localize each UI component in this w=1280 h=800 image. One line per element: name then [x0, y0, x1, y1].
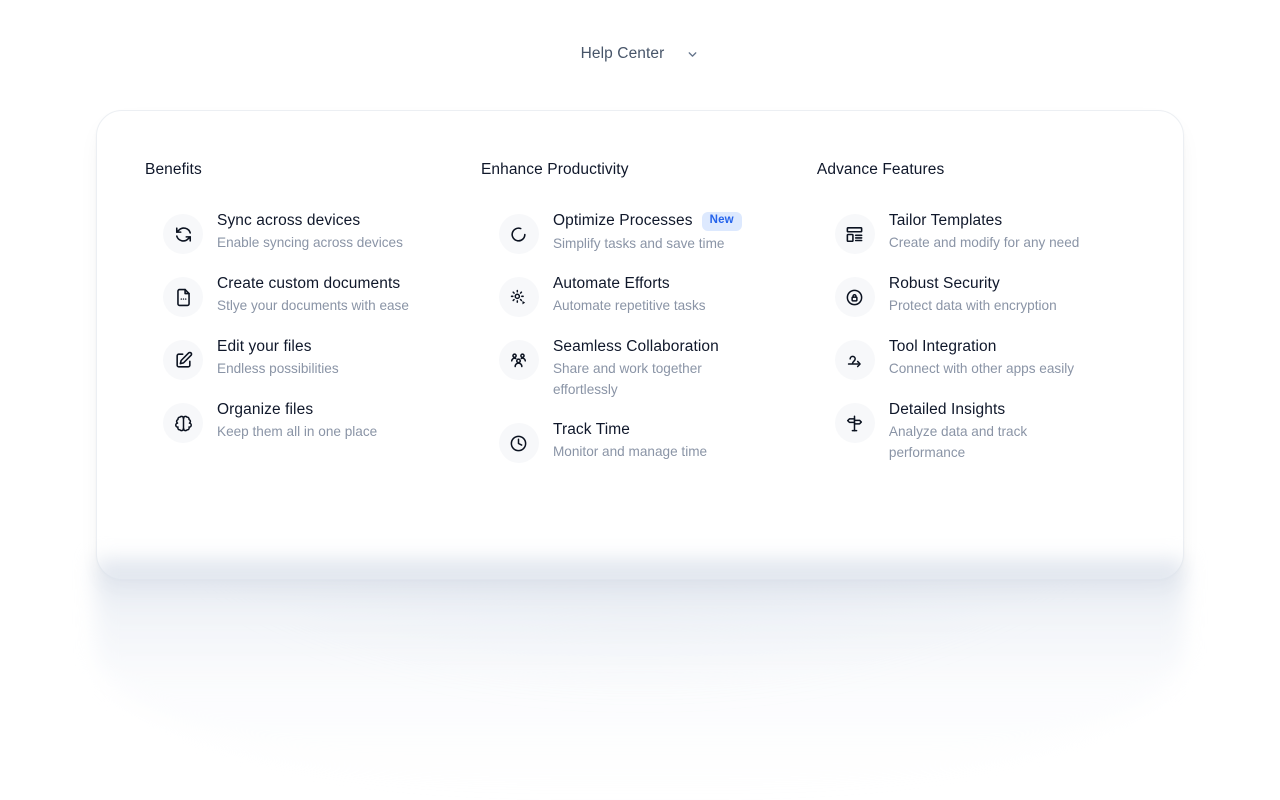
feature-columns: Benefits Sync across devices Enable sync…	[145, 161, 1143, 473]
menu-item-title-row: Tool Integration	[889, 338, 1074, 356]
column-title: Advance Features	[816, 161, 945, 178]
menu-item-title: Sync across devices	[217, 212, 361, 229]
menu-item-tailor-templates[interactable]: Tailor Templates Create and modify for a…	[817, 201, 1143, 264]
menu-item-title-row: Robust Security	[889, 275, 1057, 293]
menu-item-body: Robust Security Protect data with encryp…	[889, 274, 1057, 316]
menu-item-robust-security[interactable]: Robust Security Protect data with encryp…	[817, 264, 1143, 327]
menu-item-description: Stlye your documents with ease	[217, 298, 409, 313]
menu-item-body: Detailed Insights Analyze data and track…	[889, 400, 1099, 463]
menu-item-description: Protect data with encryption	[888, 298, 1057, 313]
menu-item-description: Endless possibilities	[217, 361, 339, 376]
menu-item-create-custom-documents[interactable]: Create custom documents Stlye your docum…	[145, 264, 481, 327]
menu-item-title-row: Optimize Processes New	[553, 212, 742, 231]
menu-item-description: Enable syncing across devices	[217, 235, 403, 250]
menu-item-track-time[interactable]: Track Time Monitor and manage time	[481, 410, 817, 473]
column-item-list: Tailor Templates Create and modify for a…	[817, 201, 1143, 473]
menu-item-body: Seamless Collaboration Share and work to…	[553, 337, 743, 400]
menu-item-optimize-processes[interactable]: Optimize Processes New Simplify tasks an…	[481, 201, 817, 264]
menu-item-detailed-insights[interactable]: Detailed Insights Analyze data and track…	[817, 390, 1143, 473]
edit-pencil-icon	[163, 340, 203, 380]
help-center-menu-trigger[interactable]: Help Center	[577, 39, 704, 69]
menu-item-organize-files[interactable]: Organize files Keep them all in one plac…	[145, 390, 481, 453]
menu-item-title-row: Track Time	[553, 421, 707, 439]
menu-item-title: Edit your files	[217, 338, 312, 355]
menu-item-description: Keep them all in one place	[217, 424, 378, 439]
menu-item-sync-across-devices[interactable]: Sync across devices Enable syncing acros…	[145, 201, 481, 264]
column-enhance-productivity: Enhance Productivity Optimize Processes	[481, 161, 817, 473]
column-title: Enhance Productivity	[480, 161, 629, 178]
menu-item-body: Optimize Processes New Simplify tasks an…	[553, 211, 742, 254]
column-item-list: Optimize Processes New Simplify tasks an…	[481, 201, 817, 473]
menu-item-body: Tool Integration Connect with other apps…	[889, 337, 1074, 379]
menu-item-title-row: Seamless Collaboration	[553, 338, 743, 356]
chevron-down-icon	[686, 48, 699, 61]
mega-menu-panel: Benefits Sync across devices Enable sync…	[96, 110, 1184, 690]
column-benefits: Benefits Sync across devices Enable sync…	[145, 161, 481, 473]
help-center-menu-label: Help Center	[580, 45, 665, 62]
menu-item-title: Seamless Collaboration	[552, 338, 719, 355]
layout-template-icon	[834, 214, 875, 254]
menu-item-description: Automate repetitive tasks	[552, 298, 706, 313]
help-center-page: Help Center Benefits Sync across devices…	[0, 0, 1280, 800]
menu-item-title-row: Detailed Insights	[889, 401, 1099, 419]
menu-item-title-row: Sync across devices	[217, 212, 403, 230]
menu-item-title: Robust Security	[888, 275, 1000, 292]
menu-item-body: Tailor Templates Create and modify for a…	[889, 211, 1079, 253]
menu-item-description: Create and modify for any need	[888, 235, 1080, 250]
menu-item-description: Monitor and manage time	[552, 444, 708, 460]
menu-item-body: Create custom documents Stlye your docum…	[217, 274, 409, 316]
brain-icon	[163, 403, 203, 443]
menu-item-tool-integration[interactable]: Tool Integration Connect with other apps…	[817, 327, 1143, 390]
menu-item-description: Connect with other apps easily	[888, 361, 1075, 376]
menu-item-title: Create custom documents	[217, 275, 401, 292]
clock-icon	[498, 423, 539, 464]
menu-item-body: Sync across devices Enable syncing acros…	[217, 211, 403, 253]
signpost-icon	[834, 403, 875, 443]
column-title: Benefits	[145, 161, 202, 178]
menu-item-title-row: Edit your files	[217, 338, 339, 356]
column-advance-features: Advance Features Tailor Templates Create…	[817, 161, 1143, 473]
gear-play-icon	[498, 277, 539, 317]
plug-connector-icon	[834, 340, 875, 380]
panel-surface: Benefits Sync across devices Enable sync…	[96, 110, 1184, 580]
menu-item-body: Track Time Monitor and manage time	[553, 420, 707, 462]
menu-item-automate-efforts[interactable]: Automate Efforts Automate repetitive tas…	[481, 264, 817, 327]
users-group-icon	[498, 340, 539, 380]
loader-spinner-icon	[498, 214, 539, 254]
menu-item-title: Detailed Insights	[888, 401, 1006, 418]
status-badge-new: New	[701, 212, 742, 231]
menu-item-title: Automate Efforts	[552, 275, 670, 292]
menu-item-title: Tool Integration	[888, 338, 997, 355]
menu-item-body: Organize files Keep them all in one plac…	[217, 400, 377, 442]
column-item-list: Sync across devices Enable syncing acros…	[145, 201, 481, 453]
top-navigation-bar: Help Center	[0, 0, 1280, 108]
lock-shield-icon	[834, 277, 875, 317]
menu-item-title-row: Tailor Templates	[889, 212, 1079, 230]
sync-icon	[163, 214, 203, 254]
menu-item-description: Share and work together effortlessly	[552, 361, 702, 398]
menu-item-description: Analyze data and track performance	[888, 424, 1028, 461]
menu-item-body: Automate Efforts Automate repetitive tas…	[553, 274, 706, 316]
menu-item-title: Organize files	[217, 401, 314, 418]
menu-item-description: Simplify tasks and save time	[552, 235, 725, 251]
menu-item-body: Edit your files Endless possibilities	[217, 337, 339, 379]
menu-item-title: Track Time	[552, 421, 631, 439]
menu-item-title: Tailor Templates	[888, 212, 1003, 229]
menu-item-edit-your-files[interactable]: Edit your files Endless possibilities	[145, 327, 481, 390]
menu-item-title-row: Create custom documents	[217, 275, 409, 293]
menu-item-title: Optimize Processes	[552, 212, 693, 230]
menu-item-title-row: Organize files	[217, 401, 377, 419]
menu-item-title-row: Automate Efforts	[553, 275, 706, 293]
document-icon	[163, 277, 203, 317]
menu-item-seamless-collaboration[interactable]: Seamless Collaboration Share and work to…	[481, 327, 817, 410]
